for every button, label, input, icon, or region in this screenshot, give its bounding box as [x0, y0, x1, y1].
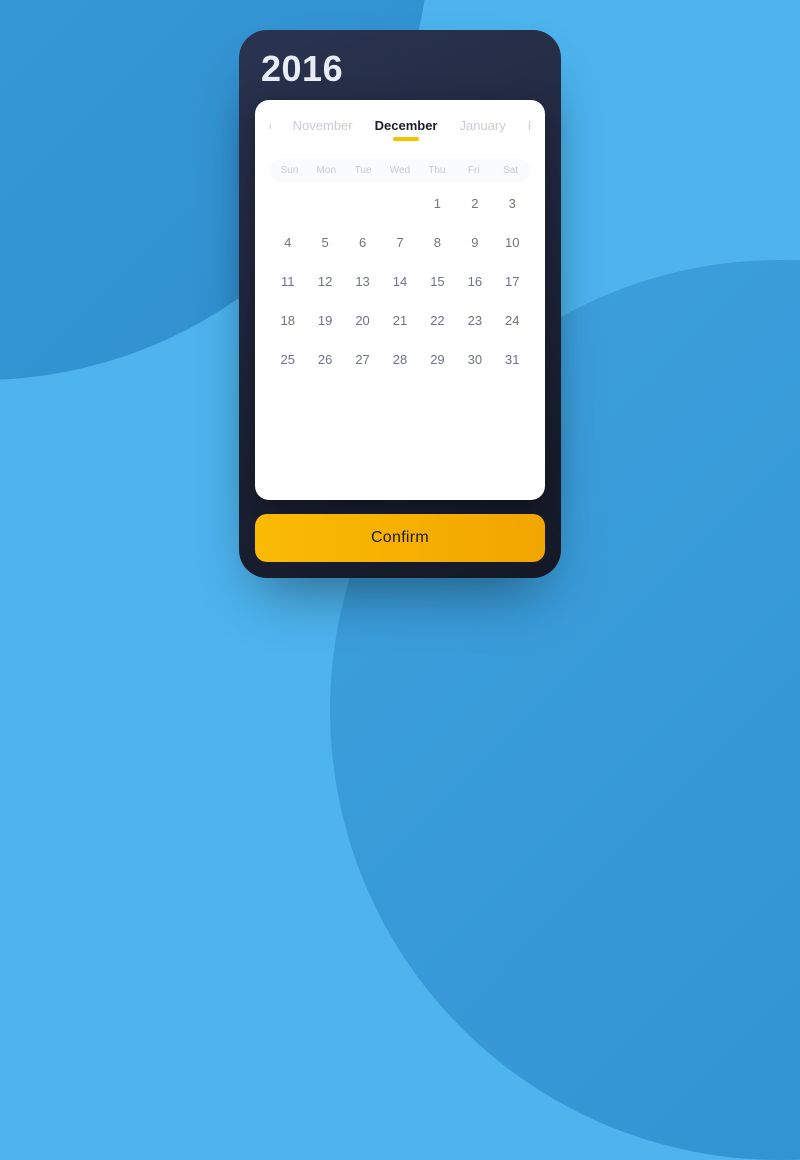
month-current[interactable]: December	[375, 118, 438, 133]
month-next[interactable]: January	[459, 118, 505, 133]
day-empty	[306, 196, 343, 211]
day-cell[interactable]: 25	[269, 352, 306, 367]
calendar-sheet: er November December January Febr SunMon…	[255, 100, 545, 500]
weekday-label: Sat	[492, 165, 529, 176]
day-cell[interactable]: 6	[344, 235, 381, 250]
day-cell[interactable]: 4	[269, 235, 306, 250]
weekday-label: Tue	[345, 165, 382, 176]
day-cell[interactable]: 22	[419, 313, 456, 328]
day-empty	[344, 196, 381, 211]
day-cell[interactable]: 16	[456, 274, 493, 289]
month-partial-left: er	[269, 118, 271, 133]
day-cell[interactable]: 27	[344, 352, 381, 367]
weekday-label: Mon	[308, 165, 345, 176]
day-grid: 1234567891011121314151617181920212223242…	[269, 196, 531, 490]
year-label[interactable]: 2016	[255, 48, 545, 90]
day-cell[interactable]: 20	[344, 313, 381, 328]
day-cell[interactable]: 24	[494, 313, 531, 328]
weekday-header: SunMonTueWedThuFriSat	[269, 159, 531, 182]
day-cell[interactable]: 17	[494, 274, 531, 289]
month-scroller[interactable]: er November December January Febr	[269, 118, 531, 133]
day-cell[interactable]: 13	[344, 274, 381, 289]
day-cell[interactable]: 9	[456, 235, 493, 250]
day-cell[interactable]: 23	[456, 313, 493, 328]
day-cell[interactable]: 29	[419, 352, 456, 367]
day-cell[interactable]: 14	[381, 274, 418, 289]
day-cell[interactable]: 5	[306, 235, 343, 250]
day-cell[interactable]: 11	[269, 274, 306, 289]
day-cell[interactable]: 3	[494, 196, 531, 211]
month-prev[interactable]: November	[293, 118, 353, 133]
confirm-button[interactable]: Confirm	[255, 514, 545, 562]
day-cell[interactable]: 10	[494, 235, 531, 250]
day-cell[interactable]: 18	[269, 313, 306, 328]
day-cell[interactable]: 7	[381, 235, 418, 250]
weekday-label: Wed	[382, 165, 419, 176]
day-empty	[269, 196, 306, 211]
day-cell[interactable]: 15	[419, 274, 456, 289]
day-cell[interactable]: 21	[381, 313, 418, 328]
day-cell[interactable]: 31	[494, 352, 531, 367]
day-cell[interactable]: 1	[419, 196, 456, 211]
day-cell[interactable]: 28	[381, 352, 418, 367]
weekday-label: Sun	[271, 165, 308, 176]
day-cell[interactable]: 30	[456, 352, 493, 367]
datepicker-card: 2016 er November December January Febr S…	[239, 30, 561, 578]
day-empty	[381, 196, 418, 211]
weekday-label: Thu	[418, 165, 455, 176]
day-cell[interactable]: 26	[306, 352, 343, 367]
day-cell[interactable]: 19	[306, 313, 343, 328]
day-cell[interactable]: 12	[306, 274, 343, 289]
weekday-label: Fri	[455, 165, 492, 176]
day-cell[interactable]: 8	[419, 235, 456, 250]
month-partial-right: Febr	[528, 118, 531, 133]
day-cell[interactable]: 2	[456, 196, 493, 211]
